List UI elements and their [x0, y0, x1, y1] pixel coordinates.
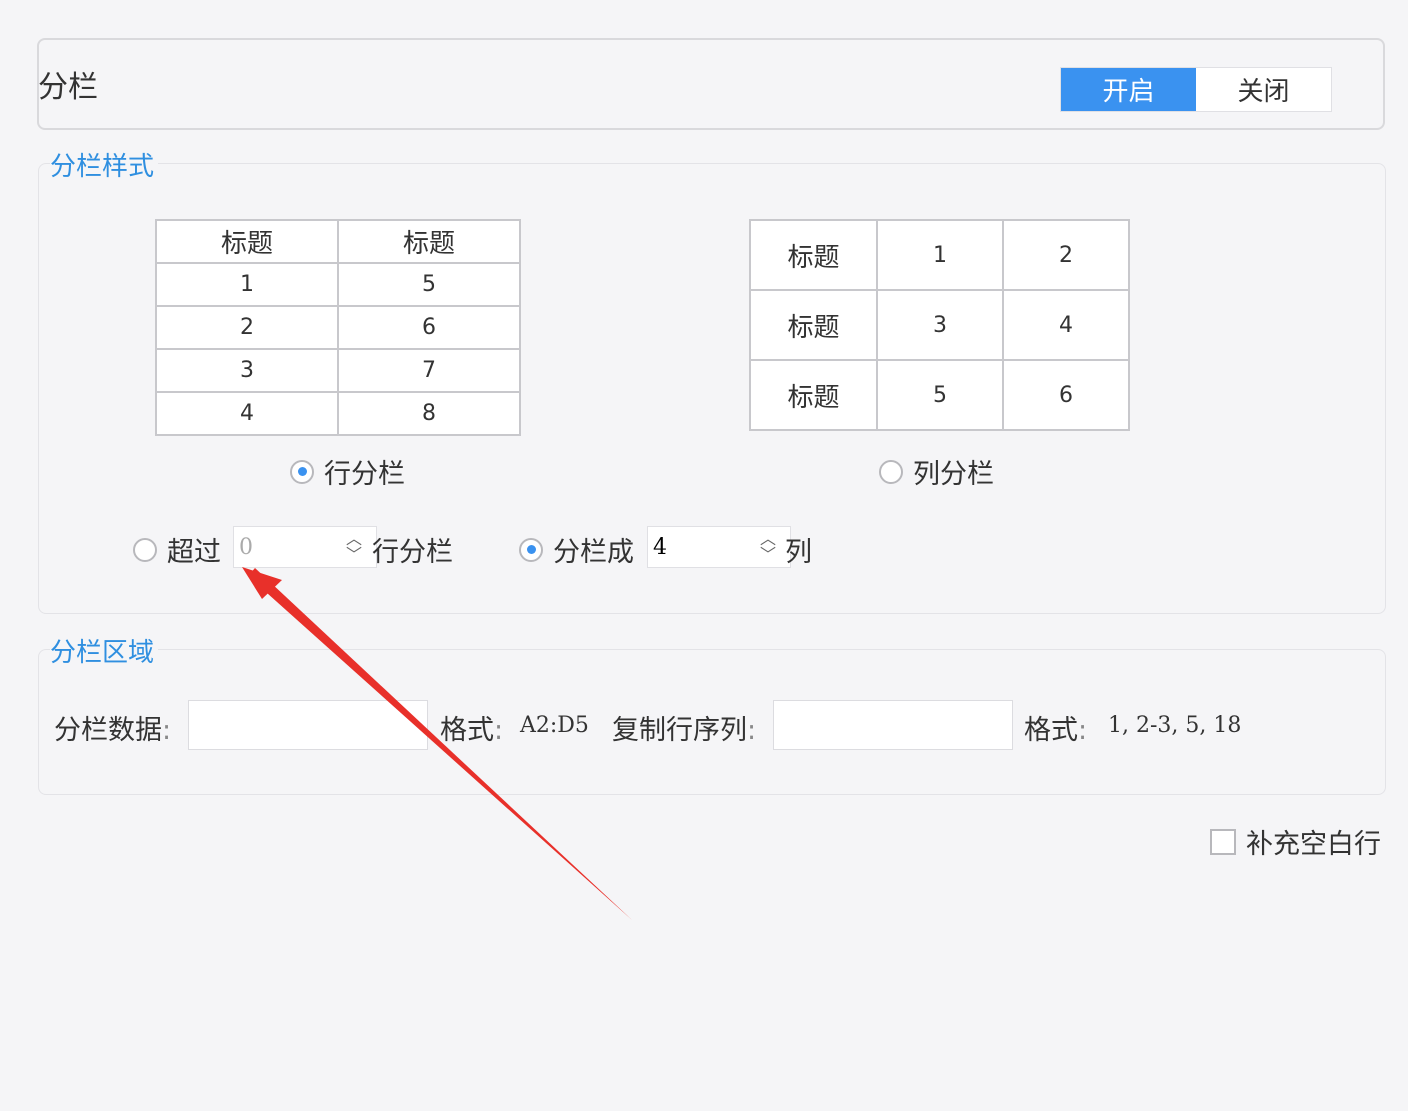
- annotation-arrow-shaft: [248, 568, 632, 920]
- annotation-arrow-icon: [242, 567, 632, 920]
